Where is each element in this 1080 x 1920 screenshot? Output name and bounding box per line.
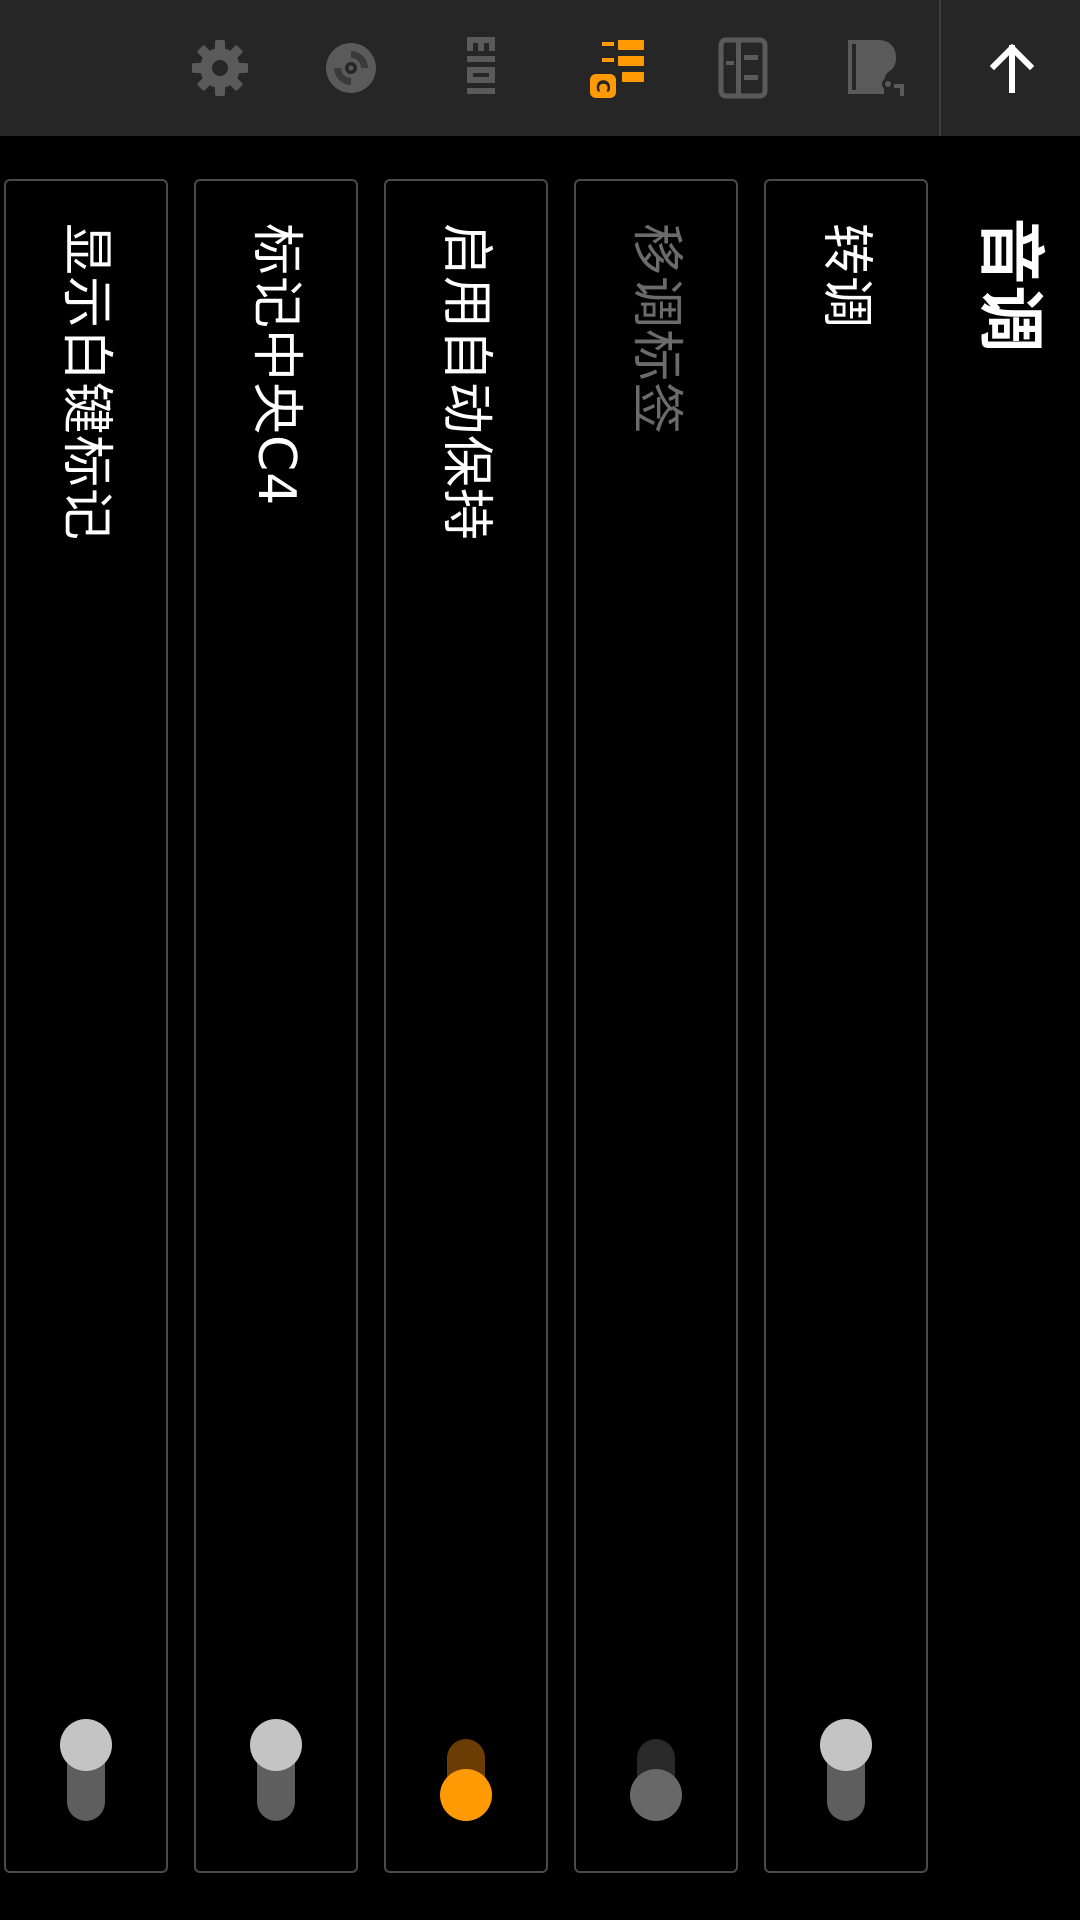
songbook-icon [718,37,768,99]
disc-icon [326,43,376,93]
midi-button[interactable] [441,28,521,108]
setting-label: 移调标签 [626,223,686,436]
toggle-thumb [60,1719,112,1771]
toggle-thumb [630,1769,682,1821]
piano-keys-c-icon: C [590,40,644,98]
auto-sustain-toggle[interactable] [436,1739,496,1821]
setting-label: 显示白键标记 [56,223,116,542]
arrow-up-icon [989,43,1035,93]
setting-white-key-labels[interactable]: 显示白键标记 [4,179,168,1873]
recordings-button[interactable] [311,28,391,108]
midi-icon [467,37,495,94]
instrument-button[interactable] [836,28,916,108]
keys-badge-letter: C [592,79,613,92]
songbook-button[interactable] [703,28,783,108]
setting-label: 转调 [816,223,876,330]
top-toolbar: C [0,0,1080,136]
transpose-toggle[interactable] [816,1719,876,1821]
setting-label: 启用自动保持 [436,223,496,542]
toggle-thumb [820,1719,872,1771]
white-key-labels-toggle[interactable] [56,1719,116,1821]
setting-transpose-label[interactable]: 移调标签 [574,179,738,1873]
setting-transpose[interactable]: 转调 [764,179,928,1873]
setting-mark-middle-c[interactable]: 标记中央C4 [194,179,358,1873]
keyboard-settings-button[interactable]: C [578,28,658,108]
mark-middle-c-toggle[interactable] [246,1719,306,1821]
section-title: 音调 [972,218,1049,354]
toolbar-divider [939,0,941,136]
back-button[interactable] [972,28,1052,108]
setting-label: 标记中央C4 [246,223,306,507]
toggle-thumb [440,1769,492,1821]
setting-auto-sustain[interactable]: 启用自动保持 [384,179,548,1873]
transpose-label-toggle[interactable] [626,1739,686,1821]
toggle-thumb [250,1719,302,1771]
settings-button[interactable] [180,28,260,108]
gear-icon [192,40,248,96]
grand-piano-icon [848,40,904,96]
